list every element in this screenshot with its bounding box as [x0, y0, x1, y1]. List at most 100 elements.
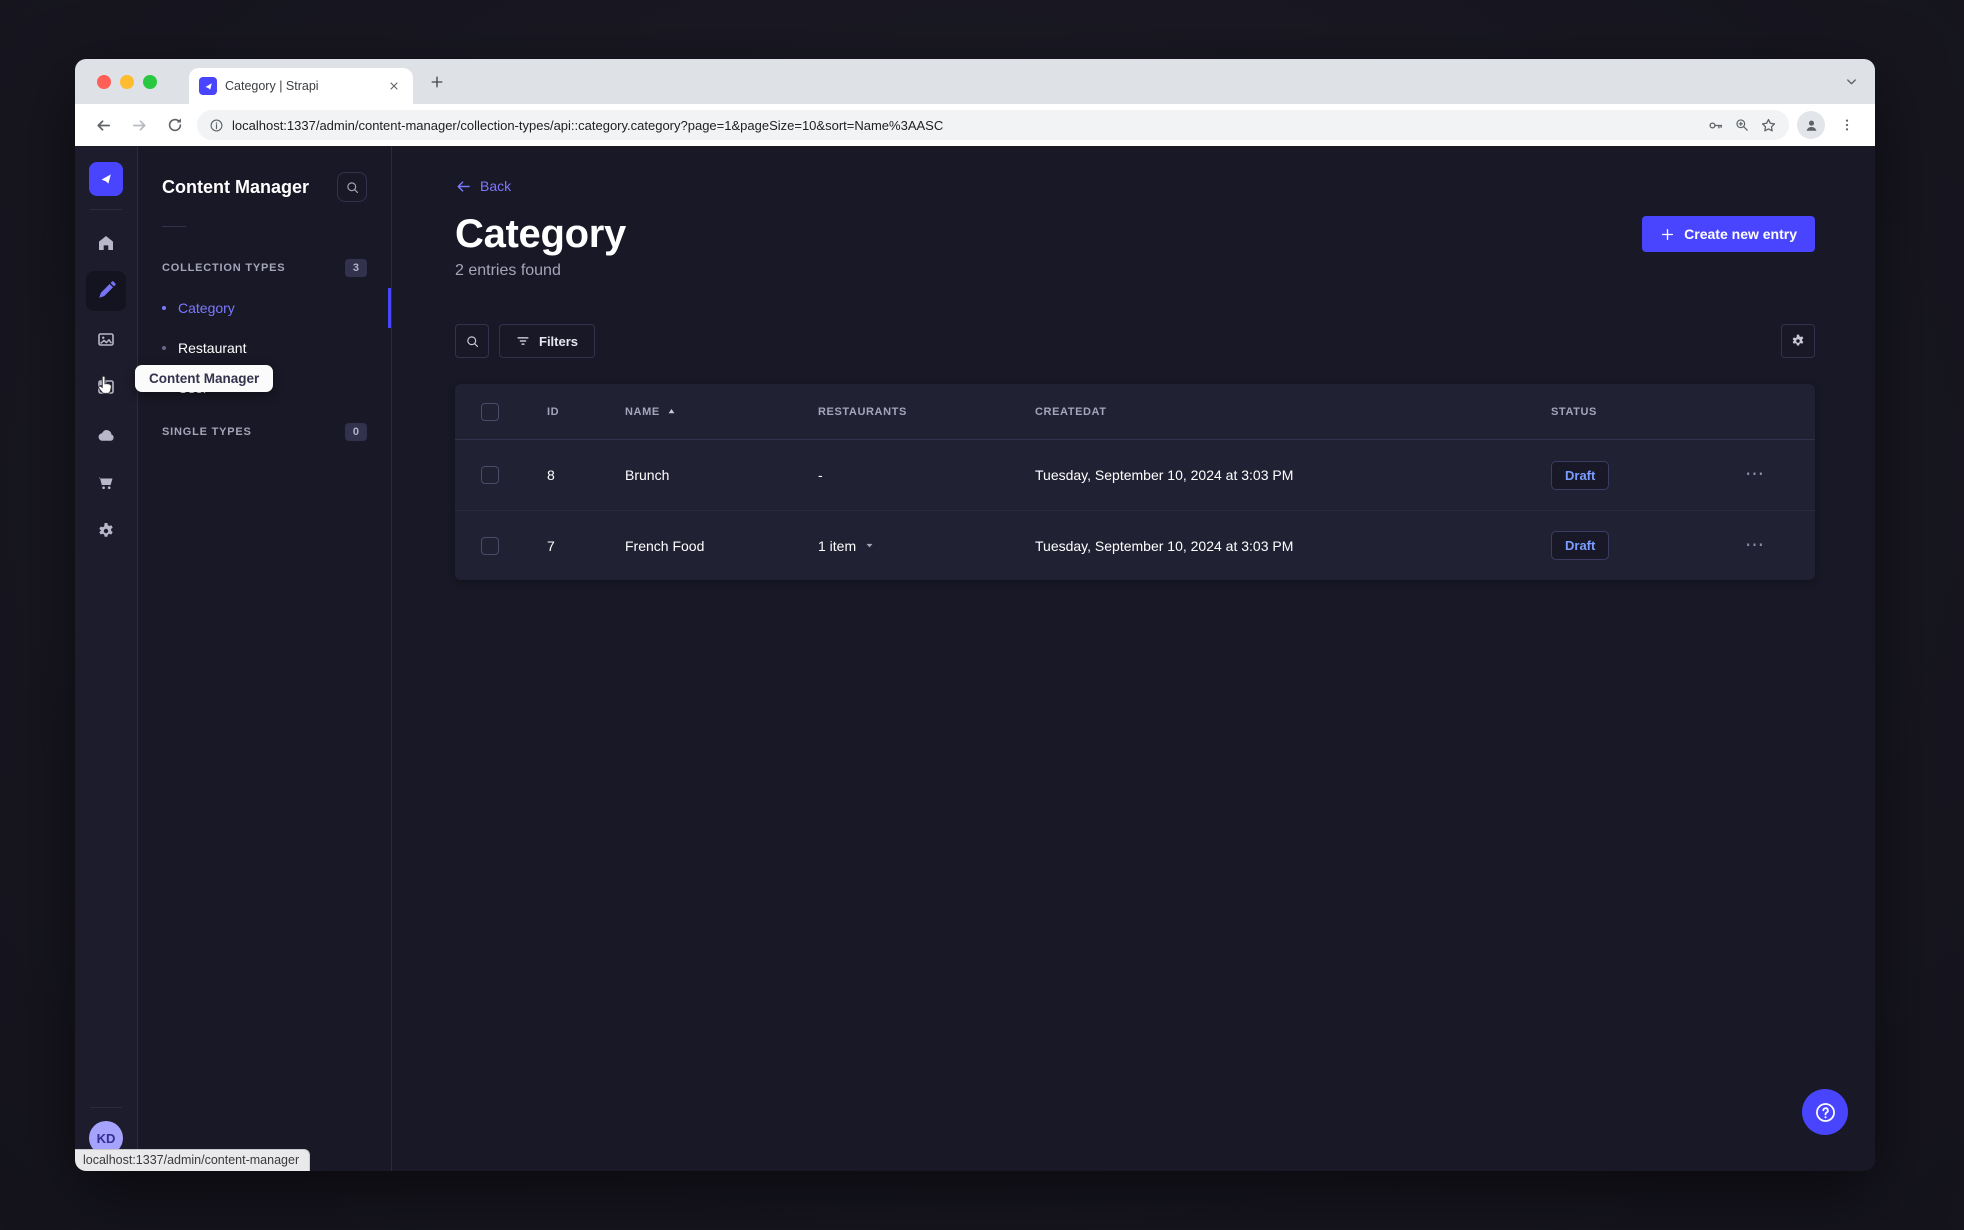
row-checkbox[interactable]: [481, 466, 499, 484]
sidebar-title: Content Manager: [162, 176, 310, 197]
table-search-button[interactable]: [455, 324, 489, 358]
sidebar-search-button[interactable]: [337, 172, 367, 202]
active-item-indicator: [388, 288, 391, 328]
sidebar-item-label: Restaurant: [178, 340, 247, 356]
browser-tab-strip: Category | Strapi: [75, 59, 1875, 104]
table-row[interactable]: 7 French Food 1 item Tuesday, September …: [455, 510, 1815, 580]
browser-window: Category | Strapi localhost:1337/admin/c…: [75, 59, 1875, 1171]
column-header-name[interactable]: NAME: [625, 406, 818, 418]
cursor-pointer-icon: [95, 374, 118, 402]
single-types-count-badge: 0: [344, 423, 367, 441]
content-manager-sidebar: Content Manager COLLECTION TYPES 3 Categ…: [138, 146, 392, 1171]
tab-search-chevron-icon[interactable]: [1844, 59, 1859, 104]
sidebar-item-label: Category: [178, 300, 235, 316]
home-icon[interactable]: [86, 223, 126, 263]
status-badge: Draft: [1551, 460, 1610, 490]
cloud-icon[interactable]: [86, 415, 126, 455]
section-label: SINGLE TYPES: [162, 426, 252, 438]
column-header-createdat[interactable]: CREATEDAT: [1035, 406, 1551, 418]
url-text: localhost:1337/admin/content-manager/col…: [232, 117, 944, 133]
media-library-icon[interactable]: [86, 319, 126, 359]
entries-table: ID NAME RESTAURANTS CREATEDAT STATUS 8 B…: [455, 384, 1815, 580]
strapi-favicon-icon: [199, 77, 217, 95]
sidebar-divider: [162, 226, 186, 227]
site-info-icon[interactable]: [209, 118, 224, 133]
cell-restaurants: -: [818, 467, 823, 483]
table-body: 8 Brunch - Tuesday, September 10, 2024 a…: [455, 440, 1815, 580]
minimize-window-button[interactable]: [120, 74, 134, 89]
cell-createdat: Tuesday, September 10, 2024 at 3:03 PM: [1035, 467, 1294, 483]
bookmark-star-icon[interactable]: [1760, 117, 1777, 134]
strapi-logo-icon[interactable]: [89, 162, 123, 196]
gear-icon: [1792, 334, 1804, 346]
sort-asc-icon: [668, 409, 675, 414]
content-manager-icon[interactable]: [86, 271, 126, 311]
tab-close-icon[interactable]: [385, 77, 403, 95]
create-button-label: Create new entry: [1684, 226, 1797, 242]
close-window-button[interactable]: [97, 74, 111, 89]
row-actions-button[interactable]: ⋯: [1745, 465, 1766, 484]
create-new-entry-button[interactable]: Create new entry: [1642, 216, 1815, 252]
browser-tab[interactable]: Category | Strapi: [189, 68, 413, 104]
reload-button[interactable]: [161, 111, 189, 139]
cell-name: French Food: [625, 537, 705, 554]
section-label: COLLECTION TYPES: [162, 262, 286, 274]
cell-id: 7: [547, 537, 555, 554]
single-types-section-header: SINGLE TYPES 0: [138, 421, 391, 443]
cell-id: 8: [547, 467, 555, 483]
traffic-lights: [97, 74, 157, 89]
tab-title: Category | Strapi: [225, 79, 319, 93]
browser-profile-avatar[interactable]: [1797, 111, 1825, 139]
sidebar-collection-item[interactable]: Restaurant: [138, 328, 391, 368]
forward-button[interactable]: [125, 111, 153, 139]
table-row[interactable]: 8 Brunch - Tuesday, September 10, 2024 a…: [455, 440, 1815, 510]
cell-name: Brunch: [625, 467, 670, 483]
desktop-background: Category | Strapi localhost:1337/admin/c…: [0, 0, 1964, 1230]
back-button[interactable]: [89, 111, 117, 139]
rail-divider: [90, 209, 122, 210]
column-header-id[interactable]: ID: [547, 406, 625, 418]
main-content: Back Category 2 entries found Create new…: [392, 146, 1875, 1171]
browser-menu-kebab-icon[interactable]: [1833, 111, 1861, 139]
table-settings-button[interactable]: [1781, 324, 1815, 358]
bullet-icon: [162, 306, 166, 310]
search-icon: [466, 335, 478, 347]
row-checkbox[interactable]: [481, 536, 499, 555]
settings-gear-icon[interactable]: [86, 511, 126, 551]
password-key-icon[interactable]: [1707, 117, 1724, 134]
collection-types-count-badge: 3: [344, 259, 367, 277]
maximize-window-button[interactable]: [143, 74, 157, 89]
back-label: Back: [480, 178, 512, 194]
table-header: ID NAME RESTAURANTS CREATEDAT STATUS: [455, 384, 1815, 440]
status-badge: Draft: [1551, 531, 1610, 560]
browser-toolbar: localhost:1337/admin/content-manager/col…: [75, 104, 1875, 146]
browser-status-bar: localhost:1337/admin/content-manager: [75, 1149, 311, 1171]
entries-count: 2 entries found: [455, 262, 561, 279]
content-manager-tooltip: Content Manager: [135, 365, 274, 392]
cell-createdat: Tuesday, September 10, 2024 at 3:03 PM: [1035, 537, 1294, 554]
cell-restaurants: 1 item: [818, 537, 857, 554]
select-all-checkbox[interactable]: [481, 402, 499, 421]
back-link[interactable]: Back: [455, 176, 511, 196]
row-actions-button[interactable]: ⋯: [1745, 536, 1766, 555]
zoom-page-icon[interactable]: [1734, 117, 1750, 133]
chevron-down-icon[interactable]: [864, 540, 875, 551]
strapi-admin-app: KD Content Manager COLLECTION TYPES 3 Ca…: [75, 146, 1875, 1171]
collection-types-section-header: COLLECTION TYPES 3: [138, 257, 391, 279]
plus-icon: [1662, 228, 1674, 240]
column-header-status[interactable]: STATUS: [1551, 406, 1745, 418]
filters-button[interactable]: Filters: [499, 324, 596, 358]
url-bar[interactable]: localhost:1337/admin/content-manager/col…: [197, 110, 1789, 140]
column-header-restaurants[interactable]: RESTAURANTS: [818, 406, 1035, 418]
bullet-icon: [162, 346, 166, 350]
sidebar-collection-item[interactable]: Category: [138, 288, 391, 328]
new-tab-button[interactable]: [423, 68, 451, 96]
arrow-left-icon: [457, 180, 470, 192]
nav-rail: KD: [75, 146, 138, 1171]
marketplace-cart-icon[interactable]: [86, 463, 126, 503]
filter-icon: [517, 337, 529, 345]
filters-label: Filters: [539, 333, 579, 349]
page-title: Category: [455, 212, 626, 256]
rail-divider: [90, 1107, 122, 1108]
help-button[interactable]: [1802, 1089, 1848, 1135]
